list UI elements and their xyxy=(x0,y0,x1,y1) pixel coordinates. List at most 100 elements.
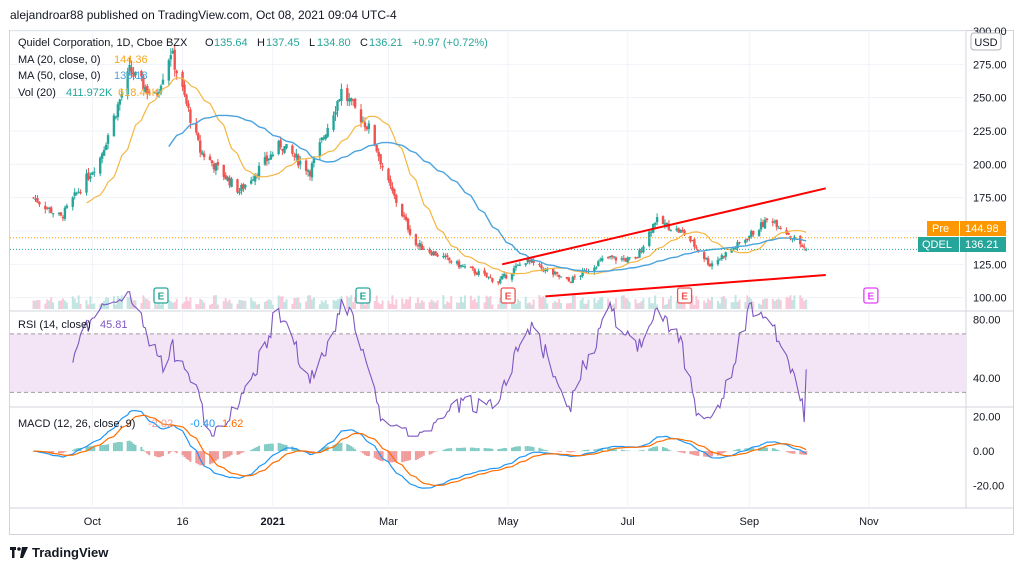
macd-histogram-bar xyxy=(373,451,376,458)
macd-histogram-bar xyxy=(265,444,268,452)
candle-body xyxy=(79,192,82,194)
volume-bar xyxy=(528,302,531,309)
volume-bar xyxy=(642,298,645,309)
volume-bar xyxy=(779,300,782,309)
macd-histogram-bar xyxy=(567,451,570,453)
price-tick-label: 250.00 xyxy=(973,93,1007,105)
volume-bar xyxy=(265,300,268,309)
volume-bar xyxy=(662,297,665,309)
macd-histogram-bar xyxy=(460,447,463,452)
time-tick-label: Sep xyxy=(740,516,760,528)
candle-body xyxy=(222,164,225,177)
volume-bar xyxy=(375,295,378,309)
volume-bar xyxy=(487,297,490,309)
candle-body xyxy=(167,60,171,81)
volume-bar xyxy=(485,295,488,309)
volume-bar xyxy=(640,301,643,309)
macd-histogram-bar xyxy=(209,451,212,465)
volume-bar xyxy=(209,304,212,309)
volume-bar xyxy=(63,300,66,309)
volume-bar xyxy=(597,300,600,309)
volume-bar xyxy=(663,304,666,309)
time-tick-label: Mar xyxy=(379,516,398,528)
volume-bar xyxy=(524,296,527,309)
macd-histogram-bar xyxy=(175,451,178,454)
candle-body xyxy=(436,254,439,257)
price-tick-label: 225.00 xyxy=(973,126,1007,138)
chart[interactable]: 100.00125.00150.00175.00200.00225.00250.… xyxy=(0,0,1024,545)
volume-bar xyxy=(126,297,129,309)
volume-bar xyxy=(52,302,55,309)
candle-body xyxy=(567,277,571,282)
candle-body xyxy=(612,256,616,258)
candle-body xyxy=(265,155,269,162)
legend-change: +0.97 (+0.72%) xyxy=(412,37,488,49)
macd-histogram-bar xyxy=(156,451,159,457)
volume-bar xyxy=(636,303,639,309)
candle-body xyxy=(514,265,518,268)
volume-bar xyxy=(697,299,700,309)
time-tick-label: Oct xyxy=(84,516,101,528)
macd-histogram-bar xyxy=(230,451,233,456)
candle-body xyxy=(106,135,110,144)
volume-bar xyxy=(263,301,266,309)
candle-body xyxy=(789,236,792,238)
candle-body xyxy=(802,246,806,248)
volume-bar xyxy=(85,300,88,309)
macd-histogram-bar xyxy=(183,451,186,458)
volume-bar xyxy=(709,300,712,309)
price-tick-label: 175.00 xyxy=(973,193,1007,205)
macd-histogram-bar xyxy=(683,451,686,454)
volume-bar xyxy=(432,301,435,309)
volume-bar xyxy=(379,304,382,309)
volume-bar xyxy=(777,298,780,309)
macd-histogram-bar xyxy=(640,450,643,452)
volume-bar xyxy=(75,302,78,309)
volume-bar xyxy=(430,299,433,309)
volume-bar xyxy=(203,302,206,309)
macd-histogram-bar xyxy=(775,449,778,452)
footer-brand: TradingView xyxy=(32,545,109,560)
earnings-marker-label: E xyxy=(681,292,688,303)
macd-histogram-bar xyxy=(140,446,143,452)
volume-bar xyxy=(791,300,794,309)
macd-histogram-bar xyxy=(732,450,735,452)
volume-bar xyxy=(648,297,651,309)
volume-bar xyxy=(652,303,655,309)
candle-body xyxy=(655,217,659,223)
volume-bar xyxy=(583,303,586,309)
macd-histogram-bar xyxy=(734,449,737,452)
candle-body xyxy=(238,191,241,194)
candle-body xyxy=(501,276,504,280)
volume-bar xyxy=(722,295,725,309)
volume-bar xyxy=(77,295,80,309)
volume-bar xyxy=(271,304,274,309)
macd-histogram-bar xyxy=(656,446,659,452)
volume-bar xyxy=(738,299,741,309)
candle-body xyxy=(279,140,282,148)
legend-o-label: O xyxy=(205,37,214,49)
volume-bar xyxy=(473,298,476,309)
volume-bar xyxy=(93,303,96,309)
candle-body xyxy=(648,231,651,247)
macd-histogram-bar xyxy=(258,445,261,452)
macd-histogram-bar xyxy=(146,451,149,454)
currency-button[interactable]: USD xyxy=(970,32,1002,51)
time-tick-label: 16 xyxy=(176,516,188,528)
volume-bar xyxy=(707,298,710,309)
macd-histogram-bar xyxy=(158,451,161,458)
volume-bar xyxy=(59,300,62,309)
macd-histogram-bar xyxy=(101,445,104,452)
macd-histogram-bar xyxy=(442,449,445,452)
legend-o-value: 135.64 xyxy=(214,37,248,49)
candle-body xyxy=(173,49,176,70)
volume-bar xyxy=(334,300,337,309)
symbol-tag-value: 136.21 xyxy=(965,239,999,251)
volume-bar xyxy=(552,302,555,309)
volume-bar xyxy=(763,298,766,309)
macd-histogram-bar xyxy=(236,451,239,455)
volume-bar xyxy=(532,299,535,309)
volume-bar xyxy=(593,298,596,309)
volume-bar xyxy=(61,298,64,309)
macd-histogram-bar xyxy=(448,448,451,452)
